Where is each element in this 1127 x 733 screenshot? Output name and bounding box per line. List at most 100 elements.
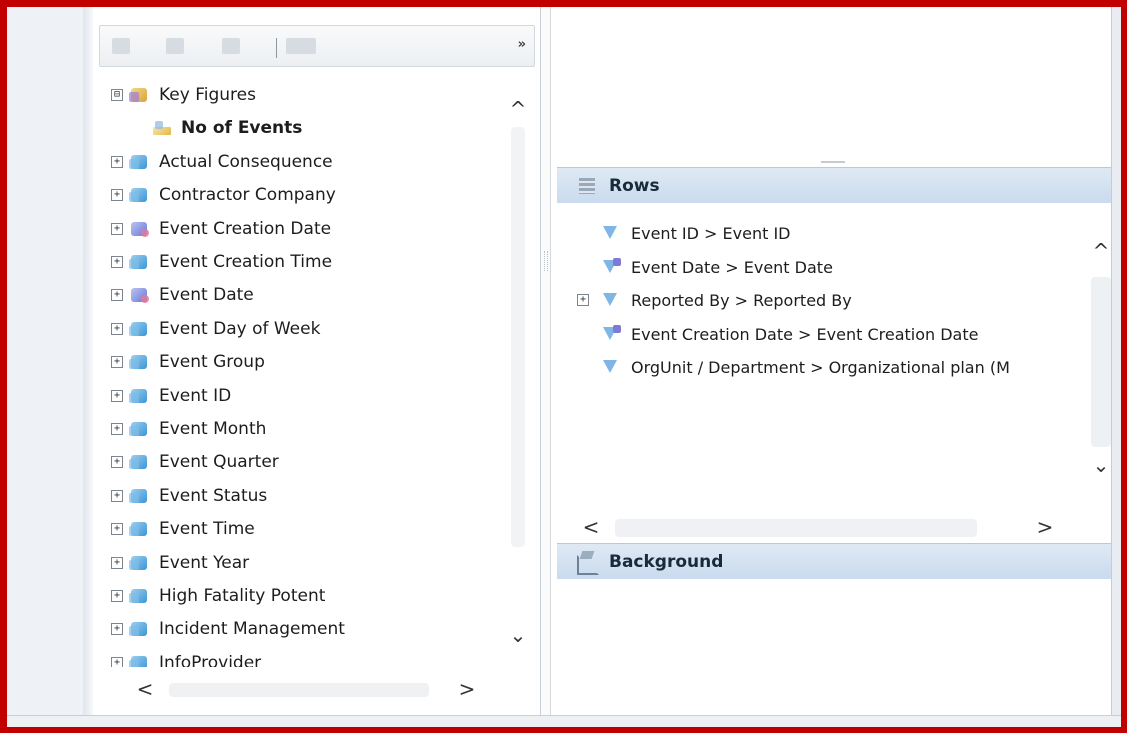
dimension-icon (129, 620, 151, 638)
tree-item[interactable]: + Event ID (111, 383, 231, 409)
tree-item[interactable]: + High Fatality Potent (111, 583, 325, 609)
expand-toggle-icon[interactable]: + (111, 490, 123, 502)
expand-toggle-icon[interactable]: + (111, 623, 123, 635)
expand-toggle-icon[interactable]: + (111, 523, 123, 535)
tree-item-label: Event Creation Time (159, 252, 333, 272)
expand-toggle-icon[interactable]: + (111, 456, 123, 468)
expand-toggle-icon[interactable]: + (577, 294, 589, 306)
columns-area-resize-grip[interactable] (821, 161, 845, 163)
rows-list: Event ID > Event ID Event Date > Event Da… (557, 213, 1087, 383)
more-tools-button[interactable]: » (518, 37, 526, 52)
tree-item-label: Event Year (159, 553, 250, 573)
tree-item-label: Contractor Company (159, 185, 336, 205)
collapse-all-icon[interactable] (112, 38, 130, 54)
rows-scroll-up-icon[interactable]: ^ (1089, 239, 1113, 263)
date-dimension-icon (129, 220, 151, 238)
tree-vertical-scrollbar[interactable]: ^ ⌄ (503, 77, 533, 657)
scroll-right-icon[interactable]: > (455, 677, 479, 701)
sort-dropdown-icon[interactable] (286, 38, 316, 54)
dimension-icon (129, 453, 151, 471)
left-side-strip (7, 7, 93, 727)
dimension-icon (129, 554, 151, 572)
expand-toggle-icon[interactable]: + (111, 189, 123, 201)
tree-item[interactable]: + InfoProvider (111, 650, 261, 667)
row-field[interactable]: + Reported By > Reported By (577, 286, 852, 314)
tree-item-label: Event Quarter (159, 452, 279, 472)
rows-title: Rows (609, 175, 660, 196)
tree-item[interactable]: + Event Creation Time (111, 249, 332, 275)
rows-hscroll-thumb[interactable] (615, 519, 977, 537)
tree-item[interactable]: + Event Month (111, 416, 266, 442)
dimension-icon (129, 186, 151, 204)
new-item-icon[interactable] (166, 38, 184, 54)
tree-item[interactable]: No of Events (151, 115, 302, 141)
rows-scroll-right-icon[interactable]: > (1033, 515, 1057, 539)
characteristic-icon (601, 291, 623, 309)
tree-item[interactable]: + Event Date (111, 282, 254, 308)
tree-item[interactable]: ⊟ Key Figures (111, 82, 256, 108)
dimension-icon (129, 587, 151, 605)
tree-item[interactable]: + Event Year (111, 550, 249, 576)
tree-scroll-thumb[interactable] (511, 127, 525, 547)
expand-toggle-icon[interactable]: + (111, 390, 123, 402)
expand-toggle-icon[interactable]: + (111, 156, 123, 168)
data-source-panel: » ⊟ Key Figures No of Events + Actual Conseq… (93, 7, 541, 715)
filter-icon[interactable] (222, 38, 240, 54)
expand-toggle-icon[interactable]: + (111, 557, 123, 569)
tree-item-label: Event Month (159, 419, 267, 439)
rows-section-header[interactable]: Rows (557, 167, 1117, 203)
row-field-label: Reported By > Reported By (631, 290, 852, 310)
row-field-label: Event Date > Event Date (631, 257, 833, 277)
tree-item[interactable]: + Event Day of Week (111, 316, 320, 342)
row-field-label: Event Creation Date > Event Creation Dat… (631, 324, 979, 344)
tree-item[interactable]: + Contractor Company (111, 182, 336, 208)
characteristic-icon (601, 224, 623, 242)
expand-toggle-icon[interactable]: + (111, 423, 123, 435)
background-section-header[interactable]: Background (557, 543, 1117, 579)
dimension-tree: ⊟ Key Figures No of Events + Actual Conseque… (99, 71, 509, 667)
right-border-strip (1111, 7, 1121, 727)
dimension-icon (129, 654, 151, 667)
panel-splitter[interactable] (541, 7, 551, 715)
tree-item[interactable]: + Event Creation Date (111, 216, 331, 242)
row-field[interactable]: Event Creation Date > Event Creation Dat… (601, 320, 978, 348)
scroll-up-icon[interactable]: ^ (506, 97, 530, 121)
tree-item[interactable]: + Event Group (111, 349, 265, 375)
row-field[interactable]: Event Date > Event Date (601, 253, 833, 281)
expand-toggle-icon[interactable]: + (111, 590, 123, 602)
tree-item-label: Event Creation Date (159, 219, 332, 239)
tree-hscroll-thumb[interactable] (169, 683, 429, 697)
tree-item[interactable]: + Incident Management (111, 616, 345, 642)
row-field[interactable]: Event ID > Event ID (601, 219, 791, 247)
expand-toggle-icon[interactable]: + (111, 223, 123, 235)
tree-item[interactable]: + Event Quarter (111, 449, 279, 475)
date-dimension-icon (129, 286, 151, 304)
row-field[interactable]: OrgUnit / Department > Organizational pl… (601, 353, 1010, 381)
tree-item-label: InfoProvider (159, 653, 262, 667)
characteristic-icon (601, 258, 623, 276)
rows-scroll-thumb[interactable] (1091, 277, 1111, 447)
expand-toggle-icon[interactable]: + (111, 289, 123, 301)
tree-item-label: Actual Consequence (159, 152, 333, 172)
expand-toggle-icon[interactable]: ⊟ (111, 89, 123, 101)
app-window: » ⊟ Key Figures No of Events + Actual Conseq… (0, 0, 1127, 733)
scroll-down-icon[interactable]: ⌄ (506, 623, 530, 647)
tree-item[interactable]: + Event Status (111, 483, 267, 509)
rows-horizontal-scrollbar[interactable]: < > (579, 515, 1059, 541)
expand-toggle-icon[interactable]: + (111, 356, 123, 368)
expand-toggle-icon[interactable]: + (111, 657, 123, 667)
rows-scroll-down-icon[interactable]: ⌄ (1089, 453, 1113, 477)
tree-item[interactable]: + Actual Consequence (111, 149, 333, 175)
tree-horizontal-scrollbar[interactable]: < > (133, 677, 493, 703)
scroll-left-icon[interactable]: < (133, 677, 157, 701)
tree-item-label: Event Group (159, 352, 265, 372)
dimension-icon (129, 353, 151, 371)
expand-toggle-icon[interactable]: + (111, 256, 123, 268)
tree-item-label: Event Time (159, 519, 255, 539)
rows-scroll-left-icon[interactable]: < (579, 515, 603, 539)
expand-toggle-icon[interactable]: + (111, 323, 123, 335)
dimension-icon (129, 320, 151, 338)
dimension-icon (129, 520, 151, 538)
row-field-label: Event ID > Event ID (631, 223, 791, 243)
tree-item[interactable]: + Event Time (111, 516, 255, 542)
